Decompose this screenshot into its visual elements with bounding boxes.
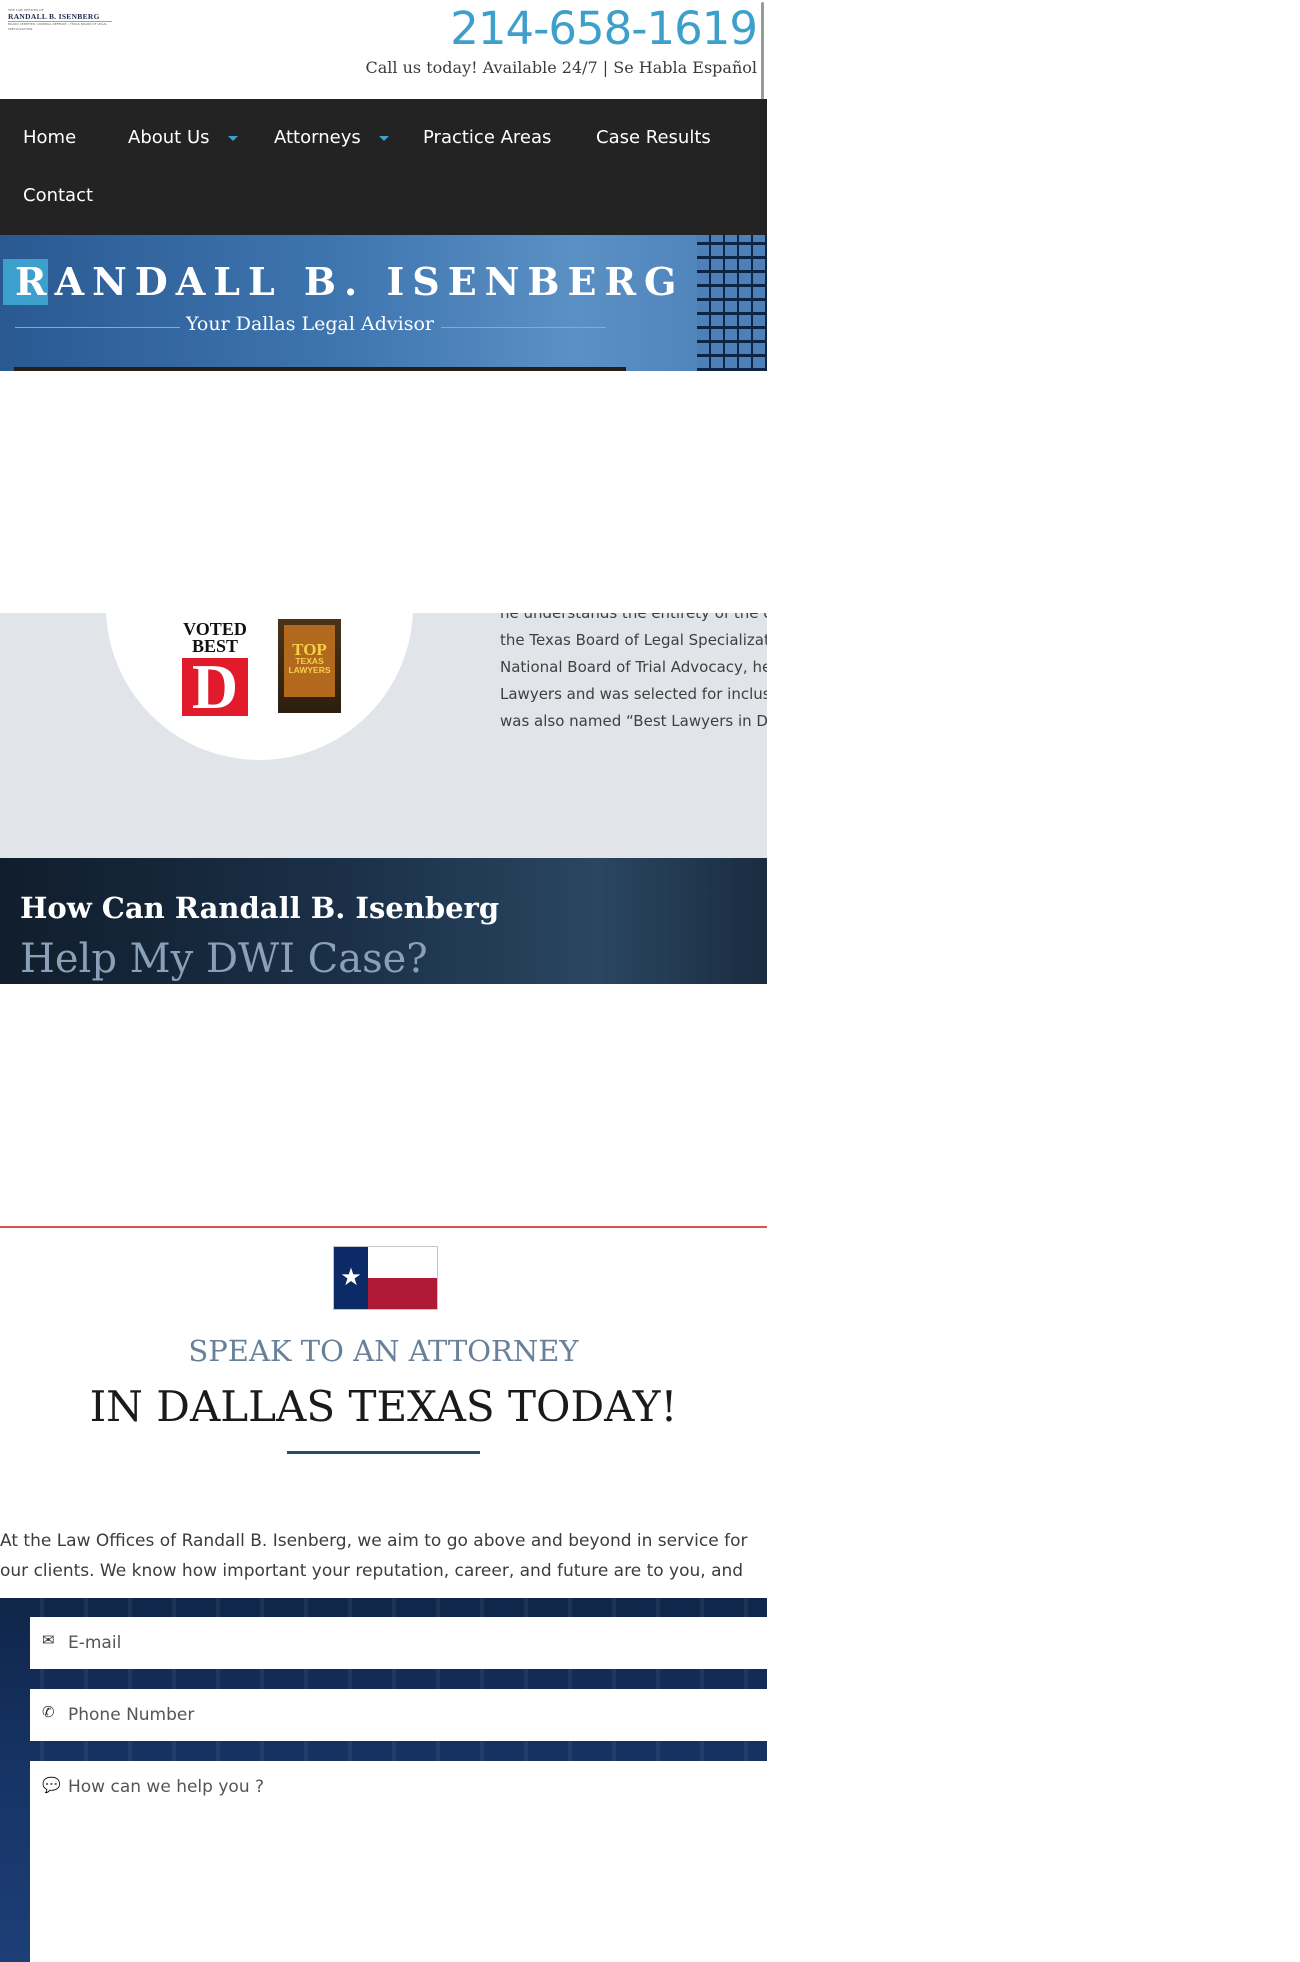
envelope-icon: ✉ xyxy=(42,1632,55,1649)
voted-best-label: VOTED BEST xyxy=(183,619,247,656)
dwi-section: How Can Randall B. Isenberg Help My DWI … xyxy=(0,858,767,984)
bio-line: Lawyers and was selected for inclusi xyxy=(500,685,767,703)
phone-field[interactable]: ✆ xyxy=(30,1689,767,1741)
d-magazine-logo: D xyxy=(182,655,248,719)
dwi-heading: How Can Randall B. Isenberg xyxy=(20,891,500,925)
phone-number[interactable]: 214-658-1619 xyxy=(450,2,758,55)
flag-white-stripe xyxy=(368,1247,437,1278)
texas-flag-image: ★ xyxy=(333,1246,438,1310)
chevron-down-icon xyxy=(227,135,238,141)
plaque-sub-text: TEXAS LAWYERS xyxy=(288,656,331,675)
form-top-edge xyxy=(0,1592,767,1598)
nav-item-home[interactable]: Home xyxy=(23,127,76,148)
awards-circle xyxy=(106,613,413,760)
chevron-down-icon xyxy=(378,135,389,141)
message-field[interactable]: 💬 xyxy=(30,1761,767,1962)
hero-subtitle: Your Dallas Legal Advisor xyxy=(186,313,434,335)
bio-line: National Board of Trial Advocacy, he xyxy=(500,658,767,676)
nav-item-label: Home xyxy=(23,127,77,148)
nav-item-attorneys[interactable]: Attorneys xyxy=(274,127,389,148)
phone-icon: ✆ xyxy=(42,1704,55,1721)
chat-icon: 💬 xyxy=(42,1777,61,1794)
header-tagline: Call us today! Available 24/7 | Se Habla… xyxy=(365,58,757,77)
flag-star-icon: ★ xyxy=(334,1247,368,1309)
bio-line: was also named “Best Lawyers in Dal xyxy=(500,712,767,730)
nav-item-label: About Us xyxy=(128,127,210,148)
nav-item-practice-areas[interactable]: Practice Areas xyxy=(423,127,551,148)
hero-title: RANDALL B. ISENBERG xyxy=(15,259,685,304)
heading-underline xyxy=(287,1451,480,1454)
hero-banner: RANDALL B. ISENBERG Your Dallas Legal Ad… xyxy=(0,235,767,371)
dwi-subheading: Help My DWI Case? xyxy=(20,936,428,982)
speak-heading: SPEAK TO AN ATTORNEY xyxy=(188,1334,579,1368)
email-field[interactable]: ✉ xyxy=(30,1617,767,1669)
nav-item-label: Contact xyxy=(23,185,94,206)
main-nav: Home About Us Attorneys Practice Areas C… xyxy=(0,99,767,235)
bio-line: he understands the entirety of the cr xyxy=(500,613,767,622)
phone-input[interactable] xyxy=(68,1689,748,1741)
email-input[interactable] xyxy=(68,1617,748,1669)
plaque-top-text: TOP xyxy=(292,640,327,659)
page: THE LAW OFFICES OF RANDALL B. ISENBERG B… xyxy=(0,0,767,1962)
nav-item-label: Practice Areas xyxy=(423,127,552,148)
nav-item-label: Attorneys xyxy=(274,127,361,148)
message-input[interactable] xyxy=(68,1761,748,1957)
logo-name: RANDALL B. ISENBERG xyxy=(8,12,112,22)
logo-sub-text: BOARD CERTIFIED, CRIMINAL DEFENSE • TEXA… xyxy=(8,22,108,31)
hero-image-edge xyxy=(14,367,626,371)
site-logo[interactable]: THE LAW OFFICES OF RANDALL B. ISENBERG B… xyxy=(8,8,112,31)
flag-red-stripe xyxy=(368,1278,437,1309)
nav-item-case-results[interactable]: Case Results xyxy=(596,127,711,148)
nav-item-label: Case Results xyxy=(596,127,711,148)
building-image xyxy=(697,235,767,371)
top-texas-lawyers-award: TOP TEXAS LAWYERS xyxy=(278,619,341,713)
nav-item-contact[interactable]: Contact xyxy=(23,185,93,206)
section-divider xyxy=(0,1226,767,1228)
awards-section: VOTED BEST D TOP TEXAS LAWYERS he unders… xyxy=(0,613,767,858)
attorney-bio: he understands the entirety of the cr th… xyxy=(500,613,767,748)
bio-line: the Texas Board of Legal Specializati xyxy=(500,631,767,649)
nav-item-about-us[interactable]: About Us xyxy=(128,127,238,148)
speak-subheading: IN DALLAS TEXAS TODAY! xyxy=(89,1382,678,1431)
